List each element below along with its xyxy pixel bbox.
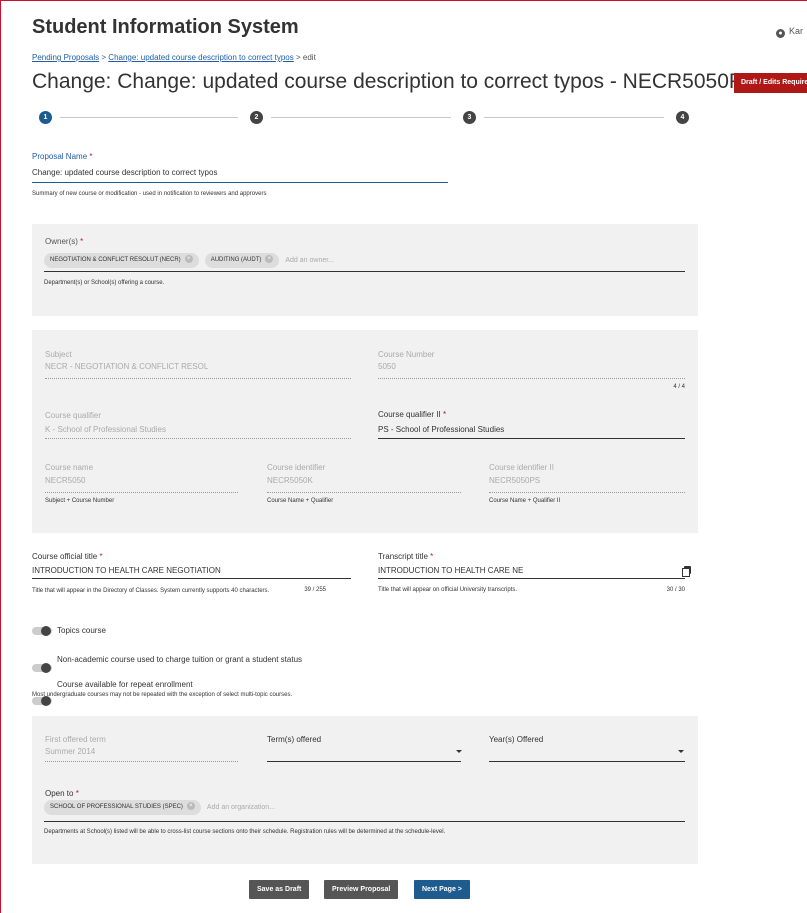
official-title-help: Title that will appear in the Directory …: [32, 588, 270, 594]
non-academic-toggle-label: Non-academic course used to charge tuiti…: [57, 655, 303, 664]
open-to-label: Open to *: [45, 789, 79, 798]
step-connector: [484, 117, 664, 118]
page-title: Change: Change: updated course descripti…: [32, 70, 757, 93]
status-badge: Draft / Edits Required: [734, 73, 807, 93]
course-qualifier-underline: [45, 438, 351, 439]
course-qualifier-label: Course qualifier: [45, 411, 102, 420]
owners-chip-input[interactable]: NEGOTIATION & CONFLICT RESOLUT (NECR) × AU…: [44, 253, 334, 268]
breadcrumb-change[interactable]: Change: updated course description to co…: [108, 53, 293, 62]
user-name: Kar: [789, 26, 804, 36]
save-as-draft-button[interactable]: Save as Draft: [249, 880, 310, 899]
remove-chip-icon[interactable]: ×: [184, 255, 193, 264]
topics-toggle[interactable]: [32, 626, 52, 636]
transcript-title-label: Transcript title *: [378, 552, 434, 561]
proposal-name-help: Summary of new course or modification - …: [32, 191, 267, 197]
official-title-input[interactable]: INTRODUCTION TO HEALTH CARE NEGOTIATION: [32, 566, 221, 575]
course-identifier-label: Course identifier: [267, 463, 326, 472]
owners-add-input[interactable]: Add an owner...: [285, 257, 334, 264]
open-to-underline: [44, 821, 685, 822]
step-connector: [60, 117, 238, 118]
breadcrumb-current: edit: [302, 53, 316, 62]
open-to-add-input[interactable]: Add an organization...: [207, 804, 275, 811]
course-number-field: 5050: [378, 362, 396, 371]
course-number-counter: 4 / 4: [673, 384, 685, 390]
owners-underline: [44, 271, 685, 272]
owners-label: Owner(s) *: [45, 237, 84, 246]
user-menu[interactable]: ● Kar: [776, 26, 803, 38]
years-offered-select[interactable]: [489, 761, 685, 762]
subject-field: NECR - NEGOTIATION & CONFLICT RESOL: [45, 362, 209, 371]
terms-offered-label: Term(s) offered: [267, 735, 322, 744]
official-title-counter: 39 / 255: [304, 587, 326, 593]
course-name-field: NECR5050: [45, 476, 86, 485]
first-offered-underline: [45, 761, 238, 762]
course-number-label: Course Number: [378, 350, 435, 359]
owners-panel: [32, 224, 698, 316]
terms-offered-select[interactable]: [267, 761, 461, 762]
open-to-help: Departments at School(s) listed will be …: [44, 829, 446, 835]
owner-chip[interactable]: NEGOTIATION & CONFLICT RESOLUT (NECR) ×: [44, 253, 199, 268]
step-1[interactable]: 1: [39, 111, 52, 124]
first-offered-label: First offered term: [45, 735, 106, 744]
offering-panel: [32, 716, 698, 864]
repeat-enrollment-toggle-label: Course available for repeat enrollment: [57, 680, 193, 689]
course-identifier-help: Course Name + Qualifier: [267, 498, 334, 504]
open-to-chip-input[interactable]: SCHOOL OF PROFESSIONAL STUDIES (SPEC) × Ad…: [44, 800, 275, 815]
next-page-button[interactable]: Next Page >: [414, 880, 470, 899]
proposal-name-input[interactable]: Change: updated course description to co…: [32, 168, 217, 177]
subject-label: Subject: [45, 350, 72, 359]
course-name-help: Subject + Course Number: [45, 498, 115, 504]
course-qualifier-ii-label: Course qualifier II *: [378, 410, 447, 419]
course-name-underline: [45, 492, 238, 493]
step-connector: [271, 117, 451, 118]
transcript-title-help: Title that will appear on official Unive…: [378, 587, 518, 593]
remove-chip-icon[interactable]: ×: [265, 255, 274, 264]
official-title-underline: [32, 578, 351, 579]
user-icon: ●: [776, 29, 785, 38]
course-identifier-ii-label: Course identifier II: [489, 463, 554, 472]
proposal-name-label: Proposal Name *: [32, 152, 93, 161]
caret-down-icon[interactable]: [456, 750, 462, 753]
official-title-label: Course official title *: [32, 552, 103, 561]
course-identifier-field: NECR5050K: [267, 476, 313, 485]
transcript-title-underline: [378, 578, 685, 579]
app-title: Student Information System: [32, 16, 299, 38]
organization-chip[interactable]: SCHOOL OF PROFESSIONAL STUDIES (SPEC) ×: [44, 800, 201, 815]
transcript-title-input[interactable]: INTRODUCTION TO HEALTH CARE NE: [378, 566, 523, 575]
course-name-label: Course name: [45, 463, 94, 472]
course-qualifier-ii-field[interactable]: PS - School of Professional Studies: [378, 425, 504, 434]
subject-underline: [45, 378, 351, 379]
step-4[interactable]: 4: [676, 111, 689, 124]
breadcrumb-separator: >: [295, 53, 301, 62]
first-offered-field: Summer 2014: [45, 747, 96, 756]
course-identifier-ii-underline: [489, 492, 685, 493]
repeat-enrollment-toggle[interactable]: [32, 696, 52, 706]
repeat-enrollment-help: Most undergraduate courses may not be re…: [32, 692, 293, 698]
transcript-title-counter: 30 / 30: [666, 587, 685, 593]
step-3[interactable]: 3: [463, 111, 476, 124]
course-number-underline: [378, 378, 685, 379]
proposal-name-underline: [32, 182, 448, 183]
course-identifier-ii-help: Course Name + Qualifier II: [489, 498, 561, 504]
course-qualifier-field: K - School of Professional Studies: [45, 425, 166, 434]
topics-toggle-label: Topics course: [57, 626, 106, 635]
step-2[interactable]: 2: [250, 111, 263, 124]
course-identifier-ii-field: NECR5050PS: [489, 476, 541, 485]
years-offered-label: Year(s) Offered: [489, 735, 544, 744]
breadcrumb-pending-proposals[interactable]: Pending Proposals: [32, 53, 99, 62]
non-academic-toggle[interactable]: [32, 663, 52, 673]
copy-icon[interactable]: [682, 566, 691, 577]
caret-down-icon[interactable]: [678, 750, 684, 753]
owners-help: Department(s) or School(s) offering a co…: [44, 280, 165, 286]
course-qualifier-ii-underline: [378, 438, 685, 439]
preview-proposal-button[interactable]: Preview Proposal: [324, 880, 399, 899]
course-identifier-underline: [267, 492, 461, 493]
remove-chip-icon[interactable]: ×: [186, 802, 195, 811]
breadcrumb-separator: >: [101, 53, 107, 62]
breadcrumb: Pending Proposals > Change: updated cour…: [32, 53, 316, 62]
owner-chip[interactable]: AUDITING (AUDT) ×: [204, 253, 280, 268]
